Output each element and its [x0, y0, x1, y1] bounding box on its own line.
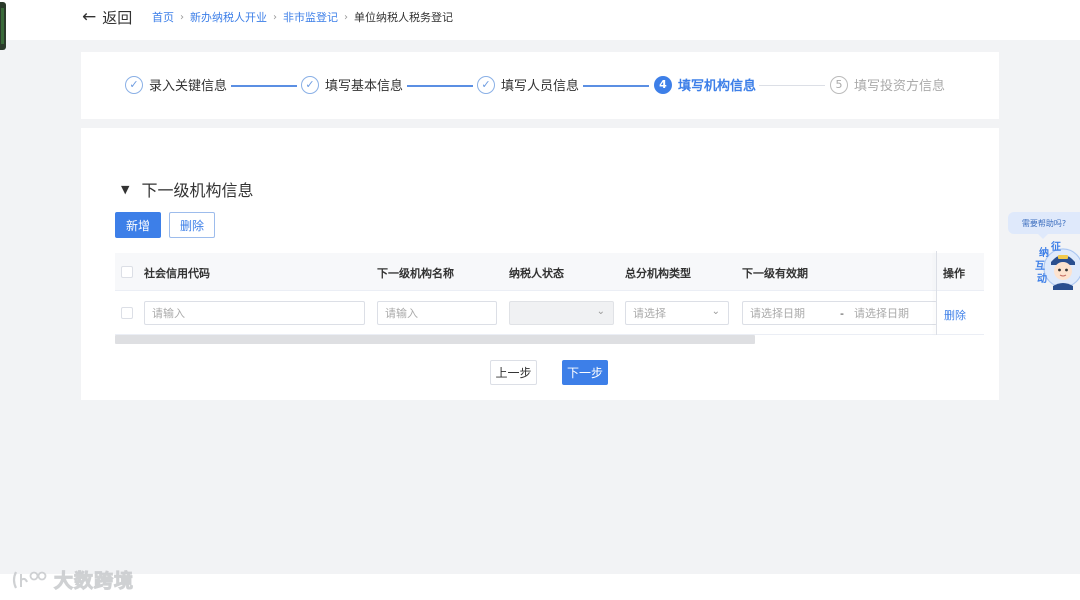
step-label: 填写基本信息 [325, 79, 404, 94]
help-assistant-mascot[interactable]: 征 纳 互 动 [1031, 240, 1080, 292]
chevron-down-icon: ⌄ [711, 306, 720, 317]
breadcrumb-home[interactable]: 首页 [152, 9, 174, 25]
back-button[interactable]: ← 返回 [82, 6, 132, 28]
column-header: 总分机构类型 [625, 267, 691, 280]
side-tab-handle[interactable] [0, 2, 6, 50]
arrow-left-icon: ← [82, 6, 97, 27]
row-checkbox[interactable] [121, 307, 133, 319]
watermark-text: 大数跨境 [53, 570, 135, 593]
select-all-checkbox[interactable] [121, 266, 133, 278]
form-card: ▼ 下一级机构信息 新增 删除 社会信用代码 下一级机构名称 纳税人状态 总分机… [81, 128, 999, 400]
mascot-letter: 互 [1035, 261, 1045, 272]
prev-step-button[interactable]: 上一步 [490, 360, 537, 385]
breadcrumb-current: 单位纳税人税务登记 [354, 11, 453, 24]
check-circle-icon: ✓ [125, 75, 143, 94]
step-number-badge: 4 [654, 75, 672, 94]
bottom-strip [0, 574, 1080, 600]
column-header: 下一级有效期 [742, 267, 808, 280]
step-3: ✓ 填写人员信息 [477, 75, 579, 94]
placeholder: 请输入 [385, 307, 418, 320]
step-label: 填写投资方信息 [854, 79, 946, 94]
fixed-column-divider [936, 251, 937, 335]
table-row: 请输入 请输入 ⌄ 请选择 ⌄ 请选择日期 - 请选择日期 删除 [115, 291, 984, 335]
chevron-down-icon: ⌄ [596, 306, 605, 317]
chevron-right-icon: › [273, 11, 277, 23]
step-5: 5 填写投资方信息 [830, 75, 945, 94]
section-header[interactable]: ▼ 下一级机构信息 [121, 177, 253, 201]
mascot-letter: 动 [1037, 274, 1047, 285]
delete-button[interactable]: 删除 [169, 212, 215, 238]
step-connector [583, 85, 649, 87]
column-header: 操作 [943, 267, 965, 280]
back-label: 返回 [102, 8, 133, 27]
step-connector [231, 85, 297, 87]
end-date-placeholder[interactable]: 请选择日期 [854, 305, 909, 321]
step-number-badge: 5 [830, 75, 848, 94]
watermark: 大数跨境 [10, 566, 134, 593]
start-date-placeholder[interactable]: 请选择日期 [750, 305, 805, 321]
chevron-right-icon: › [344, 11, 348, 23]
watermark-logo-icon [12, 571, 47, 588]
mascot-letter: 征 [1051, 242, 1061, 253]
step-indicator: ✓ 录入关键信息 ✓ 填写基本信息 ✓ 填写人员信息 4 填写机构信息 5 填写… [81, 52, 999, 119]
mascot-letter: 纳 [1039, 248, 1049, 259]
column-header: 社会信用代码 [144, 267, 210, 280]
breadcrumb: 首页 › 新办纳税人开业 › 非市监登记 › 单位纳税人税务登记 [152, 9, 453, 25]
step-4: 4 填写机构信息 [654, 75, 756, 94]
check-circle-icon: ✓ [477, 75, 495, 94]
step-connector [407, 85, 473, 87]
validity-date-range[interactable]: 请选择日期 - 请选择日期 [742, 301, 937, 325]
placeholder: 请选择 [633, 307, 666, 320]
chevron-right-icon: › [180, 11, 184, 23]
row-delete-link[interactable]: 删除 [944, 307, 966, 323]
institution-table: 社会信用代码 下一级机构名称 纳税人状态 总分机构类型 下一级有效期 操作 请输… [115, 251, 984, 335]
section-title: 下一级机构信息 [141, 181, 254, 200]
column-header: 下一级机构名称 [377, 267, 454, 280]
step-1: ✓ 录入关键信息 [125, 75, 227, 94]
step-label: 填写人员信息 [501, 79, 580, 94]
branch-type-select[interactable]: 请选择 ⌄ [625, 301, 729, 325]
step-2: ✓ 填写基本信息 [301, 75, 403, 94]
step-label: 填写机构信息 [678, 79, 757, 94]
date-separator: - [840, 306, 844, 320]
help-bubble[interactable]: 需要帮助吗? [1008, 212, 1080, 239]
caret-down-icon[interactable]: ▼ [121, 183, 129, 196]
table-header: 社会信用代码 下一级机构名称 纳税人状态 总分机构类型 下一级有效期 操作 [115, 253, 984, 291]
institution-name-input[interactable]: 请输入 [377, 301, 497, 325]
taxpayer-status-select[interactable]: ⌄ [509, 301, 614, 325]
step-connector [759, 85, 825, 86]
breadcrumb-new-taxpayer[interactable]: 新办纳税人开业 [190, 9, 267, 25]
placeholder: 请输入 [152, 307, 185, 320]
step-label: 录入关键信息 [149, 79, 228, 94]
next-step-button[interactable]: 下一步 [562, 360, 608, 385]
credit-code-input[interactable]: 请输入 [144, 301, 365, 325]
horizontal-scrollbar[interactable] [115, 335, 755, 344]
column-header: 纳税人状态 [509, 267, 564, 280]
add-button[interactable]: 新增 [115, 212, 161, 238]
check-circle-icon: ✓ [301, 75, 319, 94]
breadcrumb-non-market[interactable]: 非市监登记 [283, 9, 338, 25]
